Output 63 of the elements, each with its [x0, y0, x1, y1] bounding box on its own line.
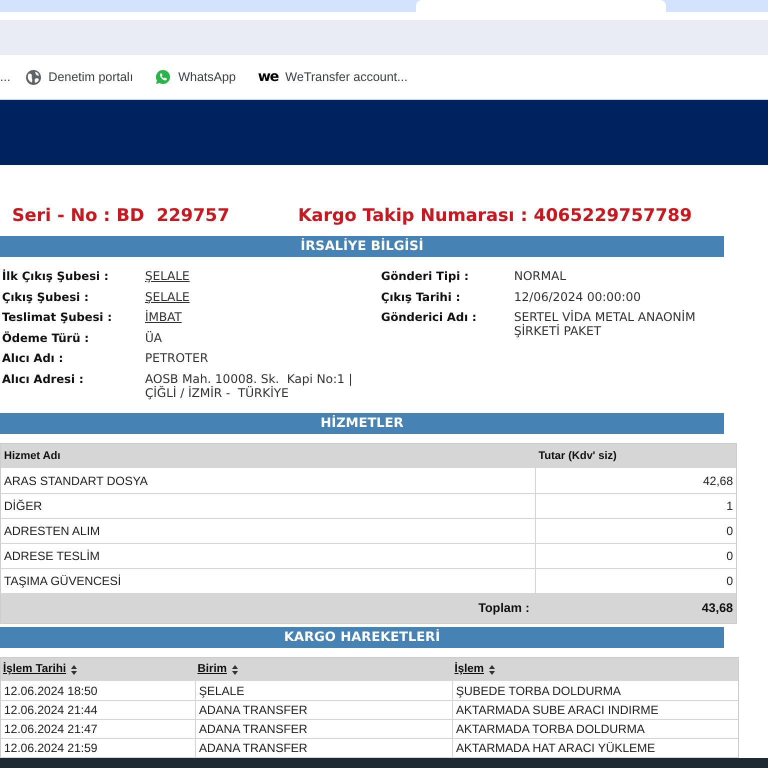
table-cell: 1: [536, 493, 736, 518]
total-label: Toplam :: [0, 593, 536, 624]
table-cell: 42,68: [536, 468, 736, 494]
field-label: Çıkış Şubesi :: [2, 290, 90, 304]
field-label: Gönderici Adı :: [381, 310, 478, 324]
field-label: Gönderi Tipi :: [381, 269, 470, 283]
field-value: AOSB Mah. 10008. Sk. Kapi No:1 | ÇİĞLİ / İZMİR - TÜRKİYE: [145, 372, 354, 400]
tracking-number: Kargo Takip Numarası : 4065229757789: [298, 208, 692, 226]
field-label: Çıkış Tarihi :: [381, 290, 462, 304]
section-header: KARGO HAREKETLERİ: [0, 626, 724, 648]
table-cell: AKTARMADA TORBA DOLDURMA: [452, 719, 738, 738]
table-cell: ŞUBEDE TORBA DOLDURMA: [452, 681, 738, 700]
bookmark-item[interactable]: ...: [0, 63, 10, 91]
browser-tab[interactable]: [416, 0, 666, 12]
sort-icon: [71, 664, 78, 675]
table-cell: 12.06.2024 18:50: [0, 681, 196, 700]
table-cell: ADANA TRANSFER: [196, 719, 452, 738]
column-header: Tutar (Kdv' siz): [536, 443, 736, 468]
field-link[interactable]: ŞELALE: [145, 290, 190, 304]
field-link[interactable]: İMBAT: [145, 310, 182, 324]
table-cell: 0: [536, 543, 736, 568]
field-label: Teslimat Şubesi :: [2, 310, 113, 324]
table-cell: TAŞIMA GÜVENCESİ: [0, 568, 536, 594]
field-value: 12/06/2024 00:00:00: [514, 290, 641, 304]
bookmark-item[interactable]: Denetim portalı: [20, 63, 140, 91]
field-label: Ödeme Türü :: [2, 330, 90, 345]
table-cell: 0: [536, 568, 736, 594]
table-cell: 12.06.2024 21:44: [0, 700, 196, 720]
sort-link[interactable]: Birim: [198, 661, 227, 678]
serial-number: Seri - No : BD 229757: [12, 208, 231, 226]
total-value: 43,68: [536, 593, 736, 624]
table-cell: 0: [536, 518, 736, 544]
field-value: SERTEL VİDA METAL ANAONİM ŞİRKETİ PAKET: [514, 310, 696, 338]
field-label: Alıcı Adresi :: [2, 372, 85, 386]
table-cell: AKTARMADA SUBE ARACI INDIRME: [452, 700, 738, 720]
sort-link[interactable]: İşlem: [454, 661, 484, 678]
table-cell: ADRESE TESLİM: [0, 543, 536, 568]
field-link[interactable]: ŞELALE: [145, 269, 190, 283]
section-header: HİZMETLER: [0, 412, 724, 434]
table-cell: 12.06.2024 21:47: [0, 719, 196, 738]
sort-link[interactable]: İşlem Tarihi: [3, 661, 66, 678]
logo-wordmark: we: [258, 70, 278, 84]
table-cell: ŞELALE: [196, 681, 452, 700]
field-value: ÜA: [145, 330, 162, 345]
table-cell: ARAS STANDART DOSYA: [0, 468, 536, 494]
sort-icon: [488, 664, 495, 675]
field-value: PETROTER: [145, 351, 208, 366]
phone-bubble-icon: [155, 69, 172, 85]
bookmark-item[interactable]: we WeTransfer account...: [252, 63, 414, 91]
globe-icon: [26, 70, 42, 84]
table-cell: ADANA TRANSFER: [196, 738, 452, 758]
table-cell: DİĞER: [0, 493, 536, 518]
column-header: Hizmet Adı: [0, 443, 536, 468]
table-cell: AKTARMADA HAT ARACI YÜKLEME: [452, 738, 738, 758]
sort-icon: [232, 664, 238, 675]
field-value: NORMAL: [514, 269, 566, 283]
table-cell: 12.06.2024 21:59: [0, 738, 196, 758]
field-label: Alıcı Adı :: [2, 351, 64, 366]
field-label: İlk Çıkış Şubesi :: [2, 269, 110, 283]
table-cell: ADRESTEN ALIM: [0, 518, 536, 544]
section-header: İRSALİYE BİLGİSİ: [0, 236, 724, 257]
table-cell: ADANA TRANSFER: [196, 700, 452, 720]
bookmark-item[interactable]: WhatsApp: [149, 63, 242, 91]
